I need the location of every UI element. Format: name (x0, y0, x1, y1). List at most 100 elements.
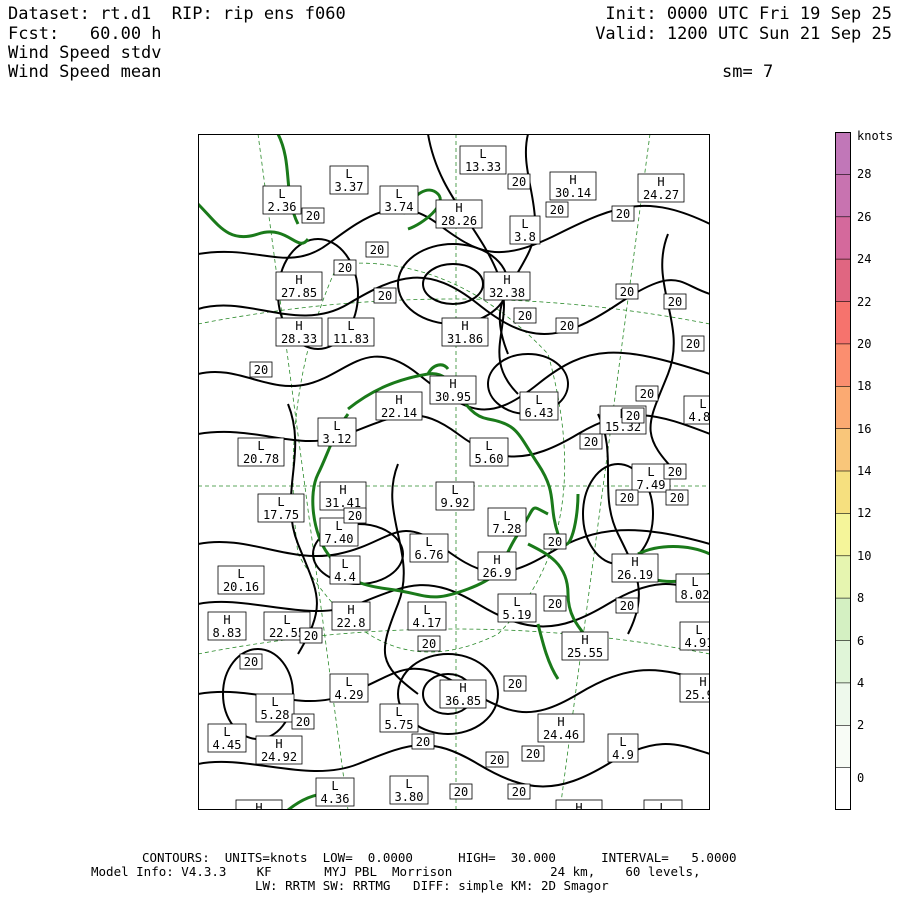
high-label: H30.95 (429, 375, 477, 405)
extremum-type: L (479, 147, 486, 161)
extremum-value: 24.46 (543, 728, 579, 742)
contour-value-label: 20 (615, 597, 639, 614)
high-label: H25.91 (679, 673, 710, 703)
extremum-value: 6.43 (525, 406, 554, 420)
colorbar-tick-label: 4 (857, 675, 865, 690)
extremum-value: 13.33 (465, 160, 501, 174)
contour-value-label: 20 (249, 361, 273, 378)
extremum-type: H (461, 319, 468, 333)
high-label: H28.33 (275, 317, 323, 347)
colorbar-cell (835, 386, 851, 430)
extremum-type: L (257, 439, 264, 453)
extremum-value: 4.45 (213, 738, 242, 752)
colorbar-tick-label: 10 (857, 548, 872, 563)
extremum-value: 36.85 (445, 694, 481, 708)
contour-value-label: 20 (615, 283, 639, 300)
extremum-value: 3.12 (323, 432, 352, 446)
low-label: L3.12 (317, 417, 357, 447)
contour-value-label: 20 (411, 733, 435, 750)
contour-value-label: 20 (333, 259, 357, 276)
extremum-type: H (657, 175, 664, 189)
extremum-value: 30.14 (555, 186, 591, 200)
extremum-type: L (513, 595, 520, 609)
svg-text:20: 20 (550, 203, 564, 217)
contour-value-label: 20 (545, 201, 569, 218)
extremum-value: 4.36 (321, 792, 350, 806)
low-label: L4.80 (683, 395, 710, 425)
colorbar (835, 132, 851, 810)
high-label: H31.41 (319, 481, 367, 511)
extremum-type: H (295, 273, 302, 287)
svg-text:20: 20 (548, 597, 562, 611)
extremum-type: L (691, 575, 698, 589)
colorbar-tick-label: 24 (857, 252, 872, 267)
high-label: H30.14 (549, 171, 597, 201)
colorbar-cell (835, 428, 851, 472)
extremum-type: H (295, 319, 302, 333)
extremum-type: H (569, 173, 576, 187)
extremum-value: 22.8 (337, 616, 366, 630)
extremum-value: 28.26 (441, 214, 477, 228)
extremum-type: H (493, 553, 500, 567)
extremum-value: 9.92 (441, 496, 470, 510)
colorbar-cell (835, 259, 851, 302)
extremum-value: 3.74 (385, 200, 414, 214)
contour-value-label: 20 (343, 507, 367, 524)
svg-text:20: 20 (616, 207, 630, 221)
svg-text:20: 20 (490, 753, 504, 767)
low-label: L5.28 (255, 693, 295, 723)
dataset-line: Dataset: rt.d1 RIP: rip ens f060 (8, 4, 346, 24)
colorbar-cell (835, 471, 851, 514)
low-label: L3.8 (509, 215, 541, 245)
contour-value-label: 20 (301, 207, 325, 224)
high-label: H8.83 (207, 611, 247, 641)
extremum-type: L (423, 603, 430, 617)
extremum-value: 24.92 (261, 750, 297, 764)
low-label: L4.29 (329, 673, 369, 703)
extremum-type: L (277, 495, 284, 509)
extremum-type: L (331, 779, 338, 793)
low-label: L20.16 (217, 565, 265, 595)
svg-text:20: 20 (454, 785, 468, 799)
low-label: L7.28 (487, 507, 527, 537)
svg-text:20: 20 (304, 629, 318, 643)
extremum-type: L (341, 557, 348, 571)
colorbar-tick-label: 20 (857, 336, 872, 351)
extremum-type: H (275, 737, 282, 751)
contour-value-label: 20 (555, 317, 579, 334)
colorbar-tick-label: 6 (857, 633, 865, 648)
low-label: L4.36 (315, 777, 355, 807)
extremum-type: L (395, 187, 402, 201)
extremum-type: L (535, 393, 542, 407)
high-label: H32.38 (483, 271, 531, 301)
wind-speed-map: L2.36L3.37 L3.74L13.33H30.14H24.27H28.26 L… (198, 134, 710, 810)
extremum-type: H (557, 715, 564, 729)
high-label: H25.55 (561, 631, 609, 661)
contour-value-label: 20 (611, 205, 635, 222)
colorbar-cell (835, 174, 851, 218)
extremum-type: L (619, 735, 626, 749)
extremum-value: 25.91 (685, 688, 710, 702)
low-label: L13.33 (459, 145, 507, 175)
extremum-value: 30.95 (435, 390, 471, 404)
extremum-value: 31.86 (447, 332, 483, 346)
low-label: L2.36 (262, 185, 302, 215)
svg-text:20: 20 (512, 175, 526, 189)
svg-text:20: 20 (548, 535, 562, 549)
low-label: L6.43 (519, 391, 559, 421)
contour-value-label: 20 (635, 385, 659, 402)
svg-text:20: 20 (626, 409, 640, 423)
contour-value-label: 20 (513, 307, 537, 324)
contour-value-label: 20 (521, 745, 545, 762)
contour-value-label: 20 (621, 407, 645, 424)
contour-value-label: 20 (663, 293, 687, 310)
low-label: L8.27 (643, 799, 683, 810)
extremum-type: L (345, 675, 352, 689)
contour-value-label: 20 (507, 173, 531, 190)
extremum-type: L (395, 705, 402, 719)
extremum-type: L (271, 695, 278, 709)
high-label: H28.26 (435, 199, 483, 229)
extremum-type: L (405, 777, 412, 791)
colorbar-cell (835, 343, 851, 387)
svg-text:20: 20 (620, 491, 634, 505)
